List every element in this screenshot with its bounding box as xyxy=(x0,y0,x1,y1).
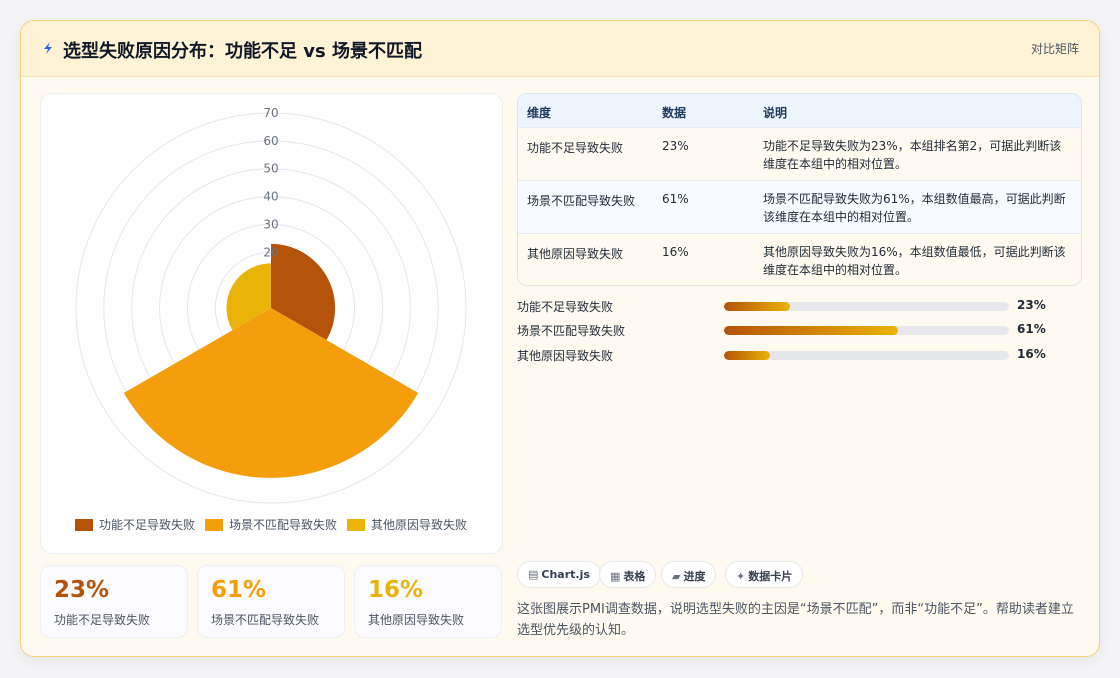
stat-card: 16% 其他原因导致失败 xyxy=(354,565,502,638)
progress-label: 其他原因导致失败 xyxy=(517,349,614,363)
cell-note: 功能不足导致失败为23%，本组排名第2，可据此判断该维度在本组中的相对位置。 xyxy=(763,139,1062,171)
stat-card: 61% 场景不匹配导致失败 xyxy=(197,565,345,638)
tag-label: 进度 xyxy=(683,570,706,583)
cell-value: 16% xyxy=(662,245,689,259)
cell-dimension: 场景不匹配导致失败 xyxy=(527,194,636,208)
progress-label: 功能不足导致失败 xyxy=(517,300,614,314)
cell-dimension: 其他原因导致失败 xyxy=(527,247,624,261)
progress-fill xyxy=(724,302,790,311)
legend-swatch[interactable] xyxy=(205,519,223,531)
tag-chartjs[interactable]: ▤ Chart.js xyxy=(517,561,601,588)
legend-label[interactable]: 功能不足导致失败 xyxy=(99,517,195,532)
stat-label: 其他原因导致失败 xyxy=(368,613,465,627)
column-header: 说明 xyxy=(763,106,788,120)
stat-value: 23% xyxy=(54,577,110,603)
table-row: 场景不匹配导致失败 61% 场景不匹配导致失败为61%，本组数值最高，可据此判断… xyxy=(518,180,1081,233)
stat-label: 功能不足导致失败 xyxy=(54,613,151,627)
cell-note: 其他原因导致失败为16%，本组数值最低，可据此判断该维度在本组中的相对位置。 xyxy=(763,245,1066,277)
chart-card: 选型失败原因分布：功能不足 vs 场景不匹配 对比矩阵 20 30 40 50 60 70… xyxy=(20,20,1100,657)
radial-tick-label: 70 xyxy=(263,106,278,120)
table-row: 功能不足导致失败 23% 功能不足导致失败为23%，本组排名第2，可据此判断该维… xyxy=(518,127,1081,180)
table-icon: ▦ xyxy=(610,570,621,583)
radial-tick-label: 60 xyxy=(263,134,278,148)
column-header: 维度 xyxy=(527,106,552,120)
compare-matrix-link[interactable]: 对比矩阵 xyxy=(1031,40,1079,57)
card-header: 选型失败原因分布：功能不足 vs 场景不匹配 对比矩阵 xyxy=(21,21,1099,77)
table-row: 其他原因导致失败 16% 其他原因导致失败为16%，本组数值最低，可据此判断该维… xyxy=(518,233,1081,285)
stat-value: 61% xyxy=(211,577,267,603)
cell-value: 23% xyxy=(662,139,689,153)
column-header: 数据 xyxy=(662,106,687,120)
progress-track xyxy=(724,302,1009,311)
cell-dimension: 功能不足导致失败 xyxy=(527,141,624,155)
polar-chart-panel: 20 30 40 50 60 70 功能不足导致失败 场景不匹配导致失败 其他原因导致失败 xyxy=(40,93,503,554)
cell-value: 61% xyxy=(662,192,689,206)
progress-fill xyxy=(724,351,770,360)
cell-note: 场景不匹配导致失败为61%，本组数值最高，可据此判断该维度在本组中的相对位置。 xyxy=(763,192,1066,224)
legend-swatch[interactable] xyxy=(75,519,93,531)
stat-label: 场景不匹配导致失败 xyxy=(211,613,320,627)
table-header: 维度 数据 说明 xyxy=(518,94,1081,127)
progress-row: 功能不足导致失败 23% xyxy=(517,298,1082,314)
progress-label: 场景不匹配导致失败 xyxy=(517,324,626,338)
progress-track xyxy=(724,351,1009,360)
progress-value: 23% xyxy=(1017,298,1046,312)
data-table: 维度 数据 说明 功能不足导致失败 23% 功能不足导致失败为23%，本组排名第… xyxy=(517,93,1082,286)
tag-label: 数据卡片 xyxy=(748,570,793,583)
polar-slice[interactable] xyxy=(123,308,419,478)
progress-row: 其他原因导致失败 16% xyxy=(517,347,1082,363)
polar-area-chart: 20 30 40 50 60 70 功能不足导致失败 场景不匹配导致失败 其他原因导致失败 xyxy=(75,106,467,532)
progress-track xyxy=(724,326,1009,335)
tag-data-card[interactable]: ✦ 数据卡片 xyxy=(725,561,804,588)
radial-tick-label: 30 xyxy=(263,217,278,231)
progress-row: 场景不匹配导致失败 61% xyxy=(517,322,1082,338)
tag-label: 表格 xyxy=(623,570,646,583)
progress-icon: ▰ xyxy=(672,570,681,583)
legend-label[interactable]: 场景不匹配导致失败 xyxy=(229,517,337,532)
legend-label[interactable]: 其他原因导致失败 xyxy=(371,517,467,532)
chart-icon: ▤ xyxy=(528,568,539,581)
radial-tick-label: 20 xyxy=(263,245,278,259)
radial-tick-label: 50 xyxy=(263,162,278,176)
radial-tick-label: 40 xyxy=(263,190,278,204)
card-icon: ✦ xyxy=(736,570,746,583)
stat-value: 16% xyxy=(368,577,424,603)
lightning-icon xyxy=(44,42,52,54)
page-title: 选型失败原因分布：功能不足 vs 场景不匹配 xyxy=(63,41,422,62)
tag-label: Chart.js xyxy=(541,568,590,581)
legend-swatch[interactable] xyxy=(347,519,365,531)
tag-table[interactable]: ▦ 表格 xyxy=(599,561,657,588)
stat-card: 23% 功能不足导致失败 xyxy=(40,565,188,638)
progress-fill xyxy=(724,326,898,335)
progress-value: 16% xyxy=(1017,347,1046,361)
tag-progress[interactable]: ▰ 进度 xyxy=(661,561,717,588)
progress-value: 61% xyxy=(1017,322,1046,336)
summary-text: 这张图展示PMI调查数据，说明选型失败的主因是“场景不匹配”，而非“功能不足”。… xyxy=(517,602,1074,638)
